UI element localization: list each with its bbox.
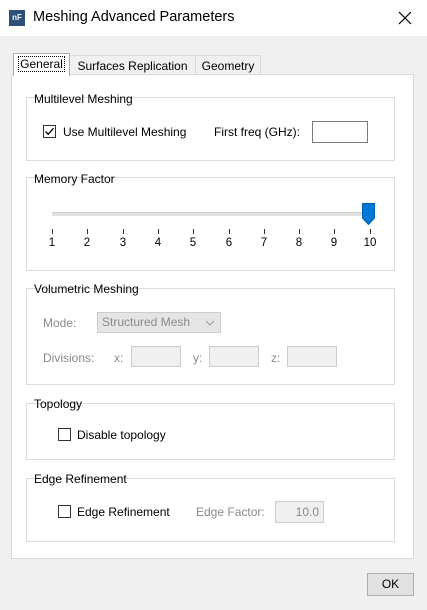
slider-tick xyxy=(299,229,300,234)
slider-tick-label: 8 xyxy=(295,237,303,249)
slider-tick-label: 9 xyxy=(330,237,338,249)
disable-topology-checkbox[interactable] xyxy=(58,428,71,441)
slider-tick xyxy=(87,229,88,234)
slider-tick-label: 6 xyxy=(225,237,233,249)
slider-tick xyxy=(334,229,335,234)
slider-tick-label: 1 xyxy=(48,237,56,249)
tab-general[interactable]: General xyxy=(13,53,70,76)
edge-factor-input[interactable]: 10.0 xyxy=(275,501,324,523)
slider-tick xyxy=(123,229,124,234)
slider-tick-label: 5 xyxy=(189,237,197,249)
chevron-down-icon xyxy=(205,320,215,326)
slider-tick xyxy=(370,229,371,234)
app-icon: nF xyxy=(9,10,25,26)
close-icon xyxy=(398,11,412,25)
slider-tick xyxy=(158,229,159,234)
x-label: x: xyxy=(114,351,124,365)
edge-refinement-checkbox[interactable] xyxy=(58,505,71,518)
group-volumetric-meshing xyxy=(26,288,395,385)
slider-tick-label: 2 xyxy=(83,237,91,249)
slider-tick-label: 4 xyxy=(154,237,162,249)
checkmark-icon xyxy=(45,127,54,136)
slider-tick xyxy=(229,229,230,234)
first-freq-input[interactable] xyxy=(312,121,368,143)
slider-thumb-icon xyxy=(362,203,375,226)
group-title-topology: Topology xyxy=(34,397,83,411)
z-input[interactable] xyxy=(287,346,337,367)
tab-surfaces-replication[interactable]: Surfaces Replication xyxy=(69,55,196,76)
group-memory-factor xyxy=(26,177,395,271)
disable-topology-label: Disable topology xyxy=(77,428,166,442)
edge-factor-label: Edge Factor: xyxy=(196,505,265,519)
window-title: Meshing Advanced Parameters xyxy=(33,9,235,25)
mode-label: Mode: xyxy=(43,316,77,330)
z-label: z: xyxy=(271,351,281,365)
close-button[interactable] xyxy=(394,7,416,29)
y-label: y: xyxy=(193,351,203,365)
tab-geometry[interactable]: Geometry xyxy=(195,55,261,76)
slider-tick-label: 7 xyxy=(260,237,268,249)
y-input[interactable] xyxy=(209,346,259,367)
slider-tick-label: 10 xyxy=(363,237,377,249)
use-multilevel-label: Use Multilevel Meshing xyxy=(63,125,187,139)
mode-select[interactable]: Structured Mesh xyxy=(97,312,221,333)
slider-tick xyxy=(193,229,194,234)
ok-button[interactable]: OK xyxy=(367,573,414,596)
memory-slider-thumb[interactable] xyxy=(362,203,375,226)
slider-tick xyxy=(52,229,53,234)
x-input[interactable] xyxy=(131,346,181,367)
group-title-multilevel: Multilevel Meshing xyxy=(34,92,133,106)
first-freq-label: First freq (GHz): xyxy=(214,125,300,139)
memory-slider-track[interactable] xyxy=(52,212,370,216)
slider-tick-label: 3 xyxy=(119,237,127,249)
divisions-label: Divisions: xyxy=(43,351,95,365)
group-title-volumetric: Volumetric Meshing xyxy=(34,282,139,296)
use-multilevel-checkbox[interactable] xyxy=(43,125,56,138)
group-title-memory: Memory Factor xyxy=(34,172,115,186)
edge-refinement-label: Edge Refinement xyxy=(77,505,170,519)
slider-tick xyxy=(264,229,265,234)
mode-select-value: Structured Mesh xyxy=(102,315,191,329)
group-title-edge: Edge Refinement xyxy=(34,472,127,486)
